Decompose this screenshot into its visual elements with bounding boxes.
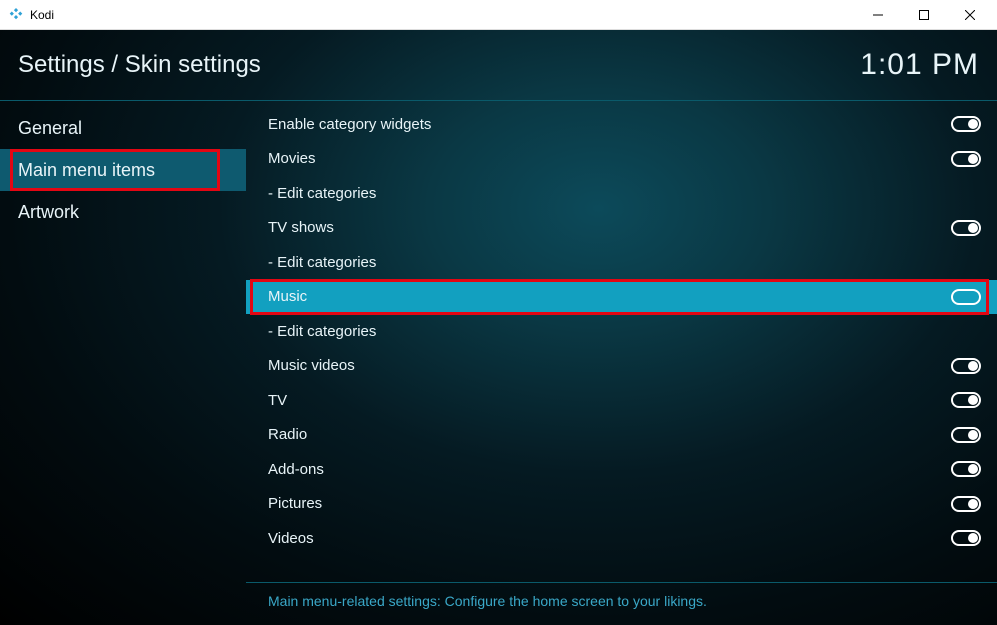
setting-row-videos[interactable]: Videos [246, 521, 997, 556]
toggle-switch[interactable] [951, 530, 981, 546]
minimize-button[interactable] [855, 0, 901, 30]
clock: 1:01 PM [860, 48, 979, 82]
setting-label: TV [268, 392, 951, 409]
toggle-knob [968, 119, 978, 129]
toggle-knob [968, 154, 978, 164]
toggle-switch[interactable] [951, 220, 981, 236]
kodi-icon [8, 7, 24, 23]
setting-label: TV shows [268, 219, 951, 236]
toggle-switch[interactable] [951, 289, 981, 305]
toggle-knob [968, 395, 978, 405]
setting-row-movies[interactable]: Movies [246, 142, 997, 177]
setting-row-tv[interactable]: TV [246, 383, 997, 418]
setting-row-edit-categories[interactable]: Edit categories [246, 245, 997, 280]
toggle-switch[interactable] [951, 358, 981, 374]
toggle-knob [968, 499, 978, 509]
setting-row-tv-shows[interactable]: TV shows [246, 211, 997, 246]
toggle-knob [968, 292, 978, 302]
setting-label: Movies [268, 150, 951, 167]
window-titlebar: Kodi [0, 0, 997, 30]
window-title: Kodi [30, 8, 855, 22]
setting-label: Music videos [268, 357, 951, 374]
main-panel: Enable category widgets Movies Edit catego… [246, 101, 997, 625]
sidebar-item-main-menu-items[interactable]: Main menu items [0, 149, 246, 191]
sidebar-item-label: Main menu items [18, 160, 155, 181]
toggle-knob [968, 361, 978, 371]
toggle-switch[interactable] [951, 116, 981, 132]
close-button[interactable] [947, 0, 993, 30]
toggle-switch[interactable] [951, 496, 981, 512]
footer-description: Main menu-related settings: Configure th… [246, 582, 997, 625]
setting-label: Enable category widgets [268, 116, 951, 133]
setting-row-add-ons[interactable]: Add-ons [246, 452, 997, 487]
setting-label: Radio [268, 426, 951, 443]
setting-row-pictures[interactable]: Pictures [246, 487, 997, 522]
window-controls [855, 0, 993, 30]
toggle-knob [968, 223, 978, 233]
setting-label: Edit categories [268, 185, 981, 202]
app-body: Settings / Skin settings 1:01 PM General… [0, 30, 997, 625]
setting-label: Pictures [268, 495, 951, 512]
setting-row-music-videos[interactable]: Music videos [246, 349, 997, 384]
setting-row-radio[interactable]: Radio [246, 418, 997, 453]
sidebar-item-label: Artwork [18, 202, 79, 223]
toggle-switch[interactable] [951, 427, 981, 443]
settings-list: Enable category widgets Movies Edit catego… [246, 107, 997, 582]
toggle-switch[interactable] [951, 461, 981, 477]
header: Settings / Skin settings 1:01 PM [0, 30, 997, 100]
toggle-knob [968, 430, 978, 440]
sidebar-item-general[interactable]: General [0, 107, 246, 149]
setting-label: Music [268, 288, 951, 305]
sidebar-item-label: General [18, 118, 82, 139]
setting-row-edit-categories[interactable]: Edit categories [246, 314, 997, 349]
toggle-knob [968, 533, 978, 543]
setting-row-music[interactable]: Music [246, 280, 997, 315]
maximize-button[interactable] [901, 0, 947, 30]
setting-label: Edit categories [268, 254, 981, 271]
setting-row-enable-category-widgets[interactable]: Enable category widgets [246, 107, 997, 142]
toggle-switch[interactable] [951, 151, 981, 167]
breadcrumb: Settings / Skin settings [18, 51, 261, 79]
setting-row-edit-categories[interactable]: Edit categories [246, 176, 997, 211]
toggle-switch[interactable] [951, 392, 981, 408]
sidebar-item-artwork[interactable]: Artwork [0, 191, 246, 233]
content: General Main menu items Artwork Enable cat… [0, 101, 997, 625]
setting-label: Edit categories [268, 323, 981, 340]
sidebar: General Main menu items Artwork [0, 101, 246, 625]
setting-label: Videos [268, 530, 951, 547]
setting-label: Add-ons [268, 461, 951, 478]
toggle-knob [968, 464, 978, 474]
